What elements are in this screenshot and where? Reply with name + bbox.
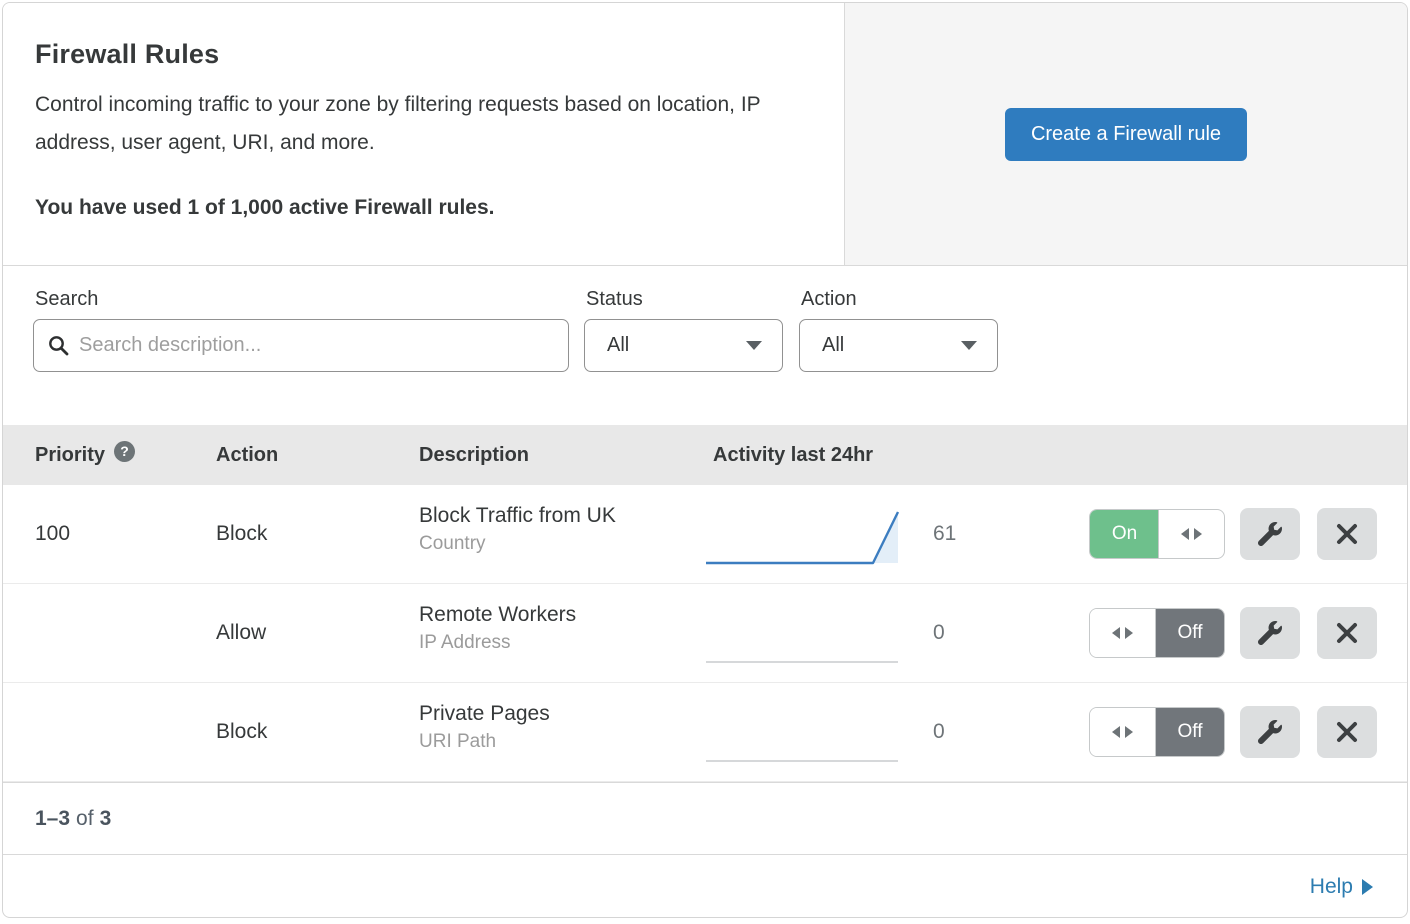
rule-description: Remote Workers [419, 603, 576, 627]
activity-sparkline [704, 705, 902, 763]
rule-match-type: Country [419, 533, 616, 555]
pagination-bar: 1–3 of 3 [3, 782, 1407, 854]
column-header-priority: Priority ? [35, 425, 135, 485]
activity-sparkline [704, 606, 902, 664]
delete-rule-button[interactable] [1317, 706, 1377, 758]
toggle-handle [1090, 609, 1156, 657]
header-action-panel: Create a Firewall rule [844, 3, 1407, 265]
toggle-handle [1158, 510, 1224, 558]
edit-rule-button[interactable] [1240, 706, 1300, 758]
wrench-icon [1258, 522, 1282, 546]
search-box [33, 319, 569, 372]
rule-match-type: IP Address [419, 632, 576, 654]
chevron-down-icon [961, 341, 977, 350]
header-text-block: Firewall Rules Control incoming traffic … [3, 3, 844, 265]
pagination-range: 1–3 [35, 807, 70, 831]
rule-enabled-toggle[interactable]: Off [1089, 707, 1225, 757]
delete-rule-button[interactable] [1317, 607, 1377, 659]
filter-bar: Search Status Action All All [3, 266, 1407, 425]
status-label: Status [586, 288, 643, 311]
wrench-icon [1258, 720, 1282, 744]
help-bar: Help [3, 854, 1407, 918]
table-row: Allow Remote Workers IP Address 0 Off [3, 584, 1407, 683]
help-link[interactable]: Help [1310, 875, 1373, 899]
priority-header-label: Priority [35, 444, 105, 467]
column-header-activity: Activity last 24hr [713, 425, 873, 485]
activity-count: 61 [933, 485, 956, 583]
action-selected-value: All [822, 334, 844, 357]
status-selected-value: All [607, 334, 629, 357]
rule-description-cell: Private Pages URI Path [419, 702, 550, 753]
activity-count: 0 [933, 584, 945, 682]
arrow-right-icon [1362, 879, 1373, 895]
action-select[interactable]: All [799, 319, 998, 372]
status-select[interactable]: All [584, 319, 783, 372]
rule-description: Private Pages [419, 702, 550, 726]
rule-match-type: URI Path [419, 731, 550, 753]
arrow-left-icon [1112, 726, 1120, 738]
arrow-right-icon [1125, 726, 1133, 738]
pagination-of-text: of [76, 807, 94, 831]
activity-count: 0 [933, 683, 945, 781]
arrow-left-icon [1181, 528, 1189, 540]
arrow-left-icon [1112, 627, 1120, 639]
search-label: Search [35, 288, 98, 311]
toggle-state-label: Off [1156, 609, 1224, 657]
firewall-rules-panel: Firewall Rules Control incoming traffic … [2, 2, 1408, 918]
arrow-right-icon [1194, 528, 1202, 540]
pagination-total: 3 [100, 807, 112, 831]
column-header-description: Description [419, 425, 529, 485]
rule-description: Block Traffic from UK [419, 504, 616, 528]
arrow-right-icon [1125, 627, 1133, 639]
create-firewall-rule-button[interactable]: Create a Firewall rule [1005, 108, 1247, 161]
close-icon [1336, 523, 1358, 545]
priority-help-icon[interactable]: ? [114, 441, 135, 462]
column-header-action: Action [216, 425, 278, 485]
search-icon [48, 335, 69, 356]
usage-summary: You have used 1 of 1,000 active Firewall… [35, 196, 812, 220]
search-input[interactable] [79, 334, 554, 357]
rule-description-cell: Remote Workers IP Address [419, 603, 576, 654]
toggle-state-label: On [1090, 510, 1159, 558]
header: Firewall Rules Control incoming traffic … [3, 3, 1407, 266]
close-icon [1336, 622, 1358, 644]
rule-action: Block [216, 683, 267, 781]
delete-rule-button[interactable] [1317, 508, 1377, 560]
rule-enabled-toggle[interactable]: On [1089, 509, 1225, 559]
activity-sparkline [704, 507, 902, 565]
rule-priority: 100 [35, 485, 70, 583]
table-row: Block Private Pages URI Path 0 Off [3, 683, 1407, 782]
edit-rule-button[interactable] [1240, 607, 1300, 659]
page-description: Control incoming traffic to your zone by… [35, 86, 795, 162]
action-label: Action [801, 288, 857, 311]
rule-action: Block [216, 485, 267, 583]
rule-action: Allow [216, 584, 266, 682]
table-header-row: Priority ? Action Description Activity l… [3, 425, 1407, 485]
toggle-handle [1090, 708, 1156, 756]
rule-description-cell: Block Traffic from UK Country [419, 504, 616, 555]
chevron-down-icon [746, 341, 762, 350]
toggle-state-label: Off [1156, 708, 1224, 756]
page-title: Firewall Rules [35, 39, 812, 70]
close-icon [1336, 721, 1358, 743]
table-row: 100 Block Block Traffic from UK Country … [3, 485, 1407, 584]
edit-rule-button[interactable] [1240, 508, 1300, 560]
rule-enabled-toggle[interactable]: Off [1089, 608, 1225, 658]
wrench-icon [1258, 621, 1282, 645]
help-link-label: Help [1310, 875, 1353, 899]
